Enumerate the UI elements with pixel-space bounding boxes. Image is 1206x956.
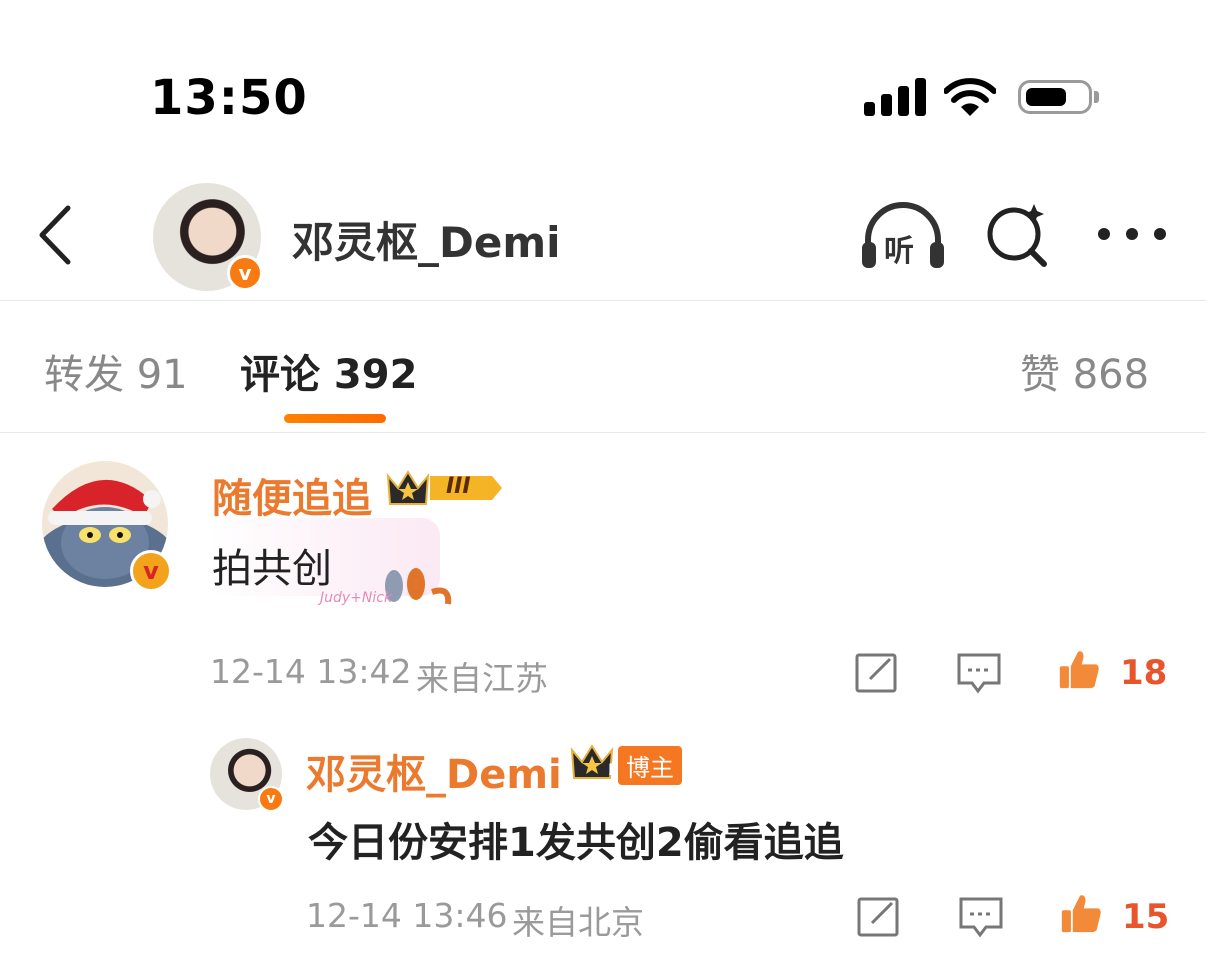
blogger-tag: 博主 [618,746,682,785]
verified-badge-icon: v [130,550,172,592]
header-avatar[interactable]: v [153,183,263,291]
search-sparkle-icon[interactable] [982,200,1052,270]
verified-badge-icon: v [227,255,263,291]
battery-tip [1094,91,1099,103]
tab-comments[interactable]: 评论 392 [240,342,417,400]
reply-icon[interactable] [956,652,1002,694]
reply-icon[interactable] [958,896,1004,938]
cellular-signal-icon [864,78,926,116]
more-options-icon[interactable] [1096,222,1168,246]
member-crown-badge[interactable]: III [386,466,506,510]
tab-reposts[interactable]: 转发 91 [44,342,188,400]
comment-location: 来自江苏 [416,659,548,698]
page-title[interactable]: 邓灵枢_Demi [292,209,561,270]
comment-username[interactable]: 随便追追 [212,466,372,524]
comment-timestamp: 12-14 13:42 [210,652,412,691]
reply-timestamp: 12-14 13:46 [306,896,508,935]
battery-icon [1018,80,1092,114]
tab-likes[interactable]: 赞 868 [1020,342,1149,400]
share-icon[interactable] [856,896,902,938]
like-thumb-icon[interactable] [1056,648,1102,690]
sticker-text: Judy+Nick [320,590,393,606]
status-time: 13:50 [150,70,308,126]
status-icons [864,78,1104,118]
active-tab-indicator [284,414,386,423]
bunny-fox-sticker-icon [385,568,452,605]
blogger-badge[interactable]: I 博主 [570,740,682,785]
like-thumb-icon[interactable] [1058,892,1104,934]
tabs-divider [0,432,1206,433]
listen-label: 听 [884,234,914,269]
like-count: 18 [1120,653,1168,693]
like-count: 15 [1122,897,1170,937]
level-badge-text: I [608,760,614,779]
level-badge-text: III [446,474,471,499]
verified-badge-icon: v [258,786,284,812]
wifi-icon [944,78,996,116]
comment-text: 拍共创 [212,546,332,592]
sticker-decoration: Judy+Nick [320,556,460,616]
share-icon[interactable] [854,652,900,694]
reply-text: 今日份安排1发共创2偷看追追 [308,820,844,866]
listen-headphone-icon[interactable]: 听 [860,200,946,270]
header-divider [0,300,1206,301]
reply-location: 来自北京 [512,903,644,942]
reply-username[interactable]: 邓灵枢_Demi [306,742,562,800]
back-arrow-icon[interactable] [32,202,82,268]
